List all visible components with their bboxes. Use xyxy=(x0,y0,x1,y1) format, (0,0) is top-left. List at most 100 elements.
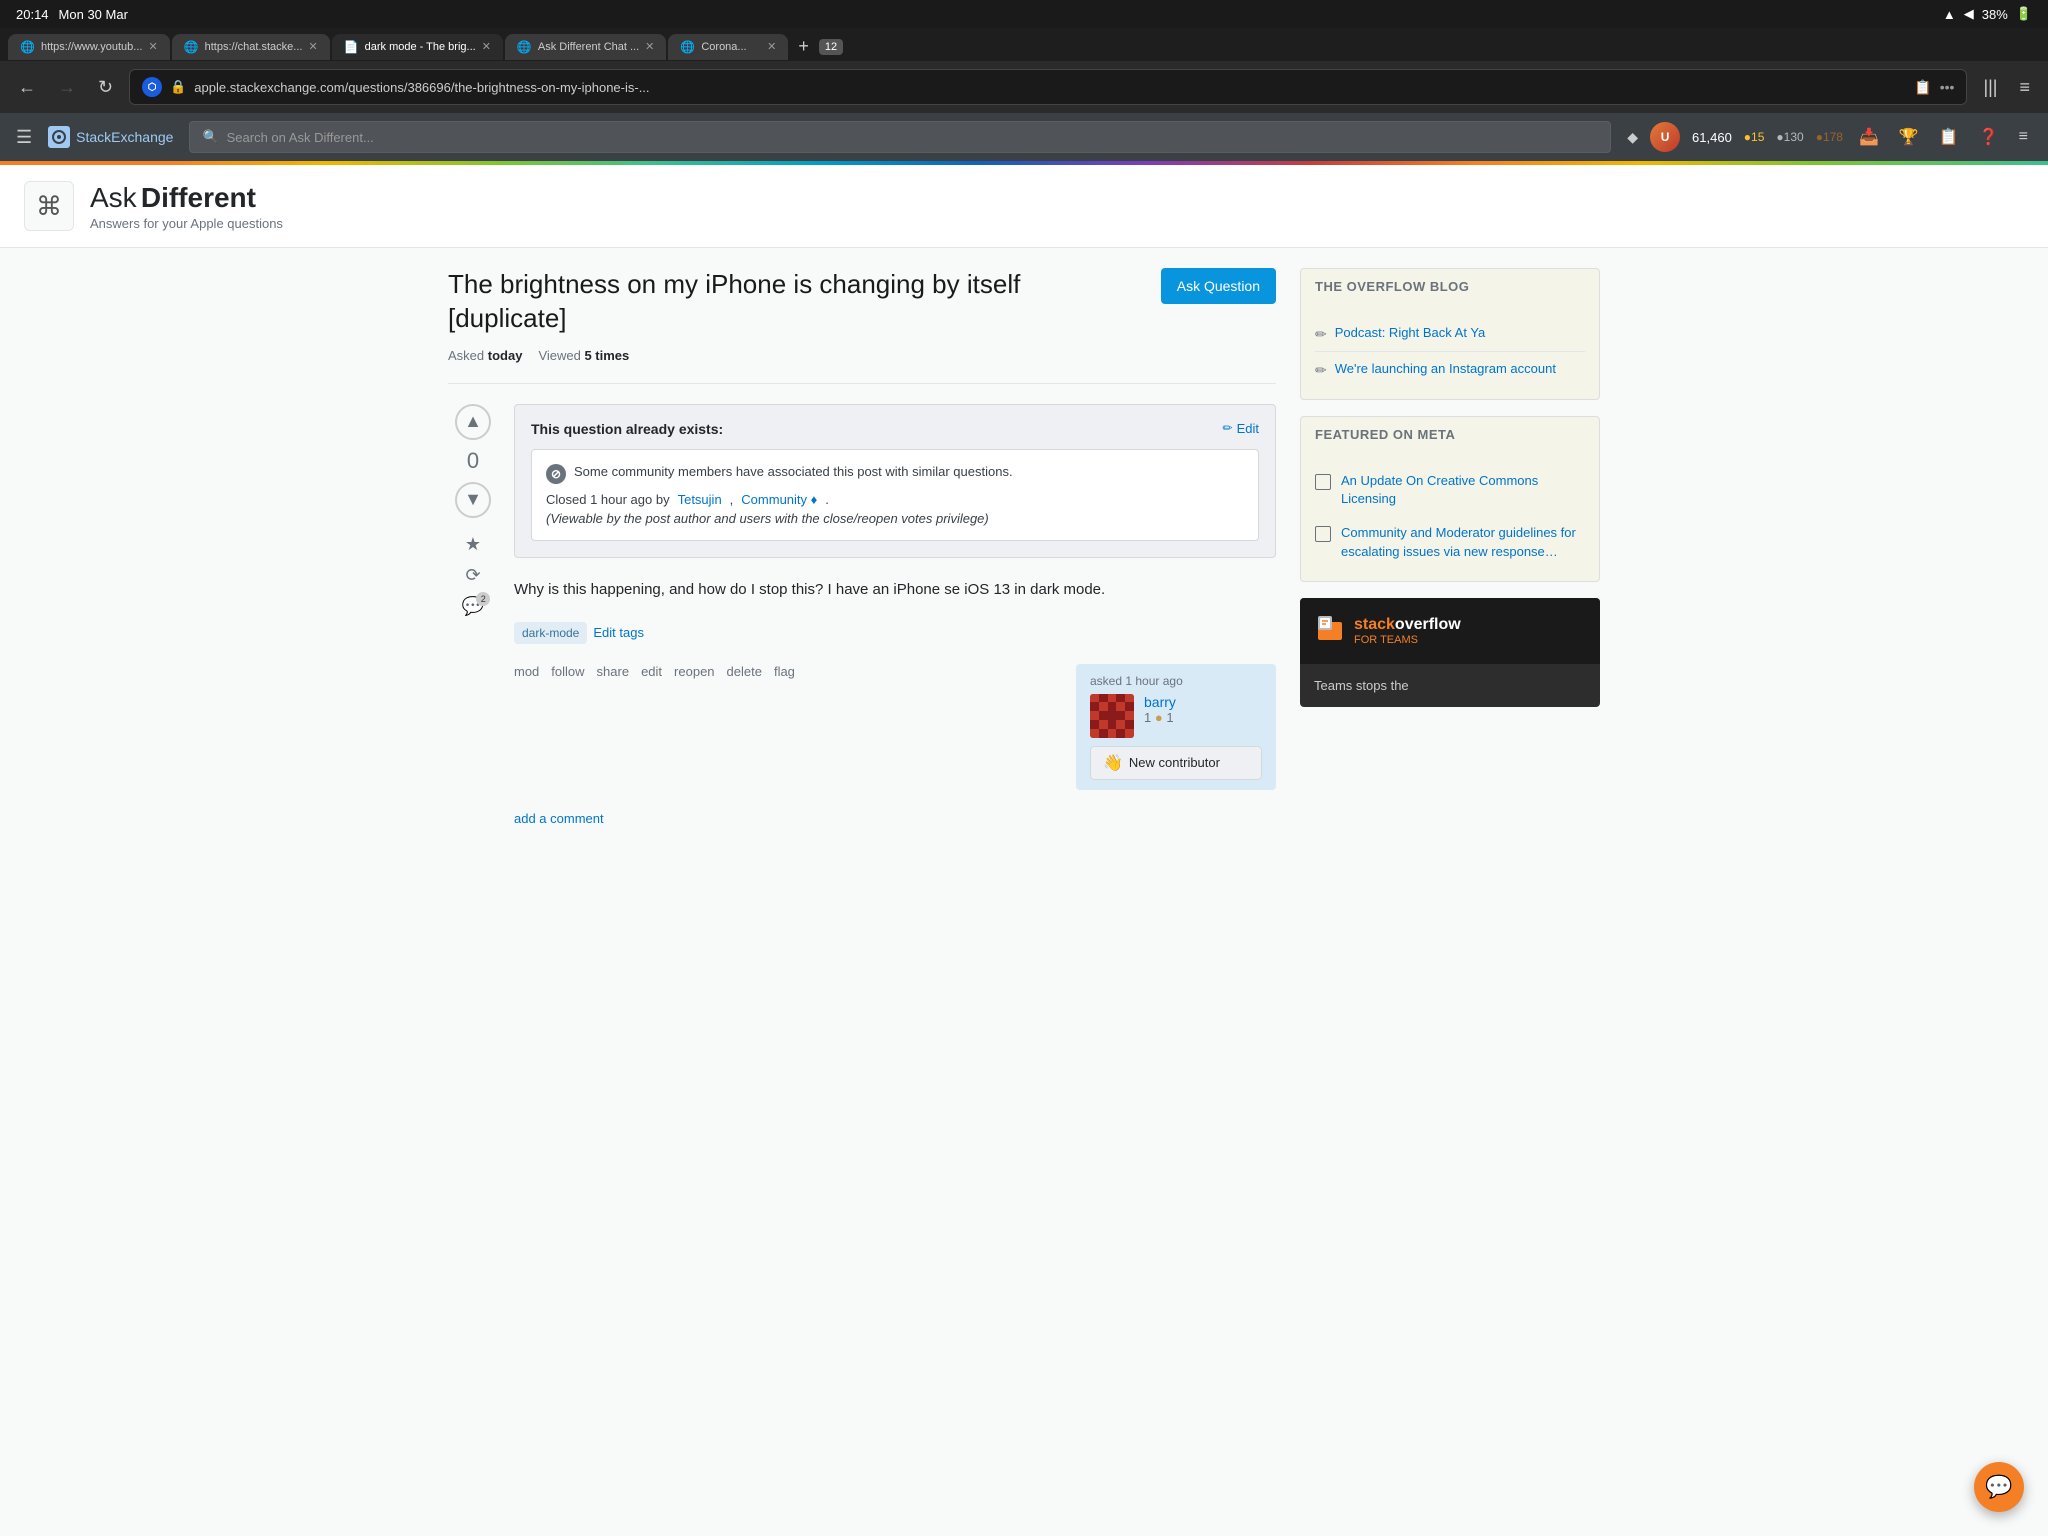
so-teams-body: Teams stops the xyxy=(1300,664,1600,707)
tab-ask-different[interactable]: 🌐 Ask Different Chat ... ✕ xyxy=(505,34,666,60)
meta-community-guidelines-text: Community and Moderator guidelines for e… xyxy=(1341,524,1585,560)
edit-post-link[interactable]: edit xyxy=(641,664,662,679)
pencil-icon: ✏ xyxy=(1223,421,1233,435)
closed-by-tetsujin[interactable]: Tetsujin xyxy=(678,492,722,507)
closed-by-community[interactable]: Community ♦ xyxy=(741,492,817,507)
flag-link[interactable]: flag xyxy=(774,664,795,679)
mod-link[interactable]: mod xyxy=(514,664,539,679)
featured-meta-body: An Update On Creative Commons Licensing … xyxy=(1301,452,1599,581)
menu-icon[interactable]: ≡ xyxy=(2013,73,2036,102)
follow-link[interactable]: follow xyxy=(551,664,584,679)
extra-tab-count[interactable]: 12 xyxy=(819,39,843,55)
se-logo-text: StackExchange xyxy=(76,129,173,145)
status-left: 20:14 Mon 30 Mar xyxy=(16,7,128,22)
so-teams-widget: stackoverflow FOR TEAMS Teams stops the xyxy=(1300,598,1600,707)
duplicate-notice: This question already exists: ✏ Edit ⊘ S… xyxy=(514,404,1276,558)
bookmarks-icon[interactable]: ||| xyxy=(1977,73,2003,102)
tab-dark-mode-close[interactable]: ✕ xyxy=(482,40,491,53)
tab-youtube[interactable]: 🌐 https://www.youtub... ✕ xyxy=(8,34,170,60)
wifi-icon: ▲ xyxy=(1943,7,1956,22)
tag-dark-mode[interactable]: dark-mode xyxy=(514,622,587,644)
duplicate-notice-header: This question already exists: ✏ Edit xyxy=(531,421,1259,437)
featured-meta-header: Featured on Meta xyxy=(1301,417,1599,452)
lock-icon: 🔒 xyxy=(170,79,186,95)
search-box[interactable]: 🔍 Search on Ask Different... xyxy=(189,121,1611,153)
battery: 38% xyxy=(1982,7,2008,22)
inbox-button[interactable]: 📥 xyxy=(1855,123,1883,151)
user-avatar[interactable]: U xyxy=(1650,122,1680,152)
username[interactable]: barry xyxy=(1144,694,1262,710)
user-info: barry 1 ● 1 xyxy=(1144,694,1262,725)
tab-ask-diff-icon: 🌐 xyxy=(517,40,532,54)
question-column: The brightness on my iPhone is changing … xyxy=(448,268,1276,827)
meta-item-community-guidelines[interactable]: Community and Moderator guidelines for e… xyxy=(1315,516,1585,568)
date: Mon 30 Mar xyxy=(59,7,128,22)
duplicate-notice-title: This question already exists: xyxy=(531,421,723,437)
tab-corona-close[interactable]: ✕ xyxy=(767,40,776,53)
new-tab-button[interactable]: + xyxy=(790,32,817,61)
so-teams-title: stackoverflow xyxy=(1354,616,1461,634)
blog-podcast-text: Podcast: Right Back At Ya xyxy=(1335,324,1486,342)
edit-tags-link[interactable]: Edit tags xyxy=(593,625,644,640)
reload-button[interactable]: ↻ xyxy=(92,73,119,102)
back-button[interactable]: ← xyxy=(12,73,42,102)
delete-link[interactable]: delete xyxy=(727,664,762,679)
header-right: ◆ U 61,460 ●15 ●130 ●178 📥 🏆 📋 ❓ ≡ xyxy=(1627,122,2032,152)
reputation: 61,460 xyxy=(1692,130,1732,145)
chat-bubble-widget[interactable]: 💬 xyxy=(1974,1462,2024,1512)
diamond-icon: ◆ xyxy=(1627,129,1638,146)
user-card: asked 1 hour ago barry xyxy=(1076,664,1276,790)
ask-question-button[interactable]: Ask Question xyxy=(1161,268,1276,304)
more-button[interactable]: ≡ xyxy=(2015,124,2032,150)
rep-bullet: ● xyxy=(1155,710,1163,725)
comment-count: 2 xyxy=(476,592,490,606)
hamburger-button[interactable]: ☰ xyxy=(16,127,32,148)
reader-icon[interactable]: 📋 xyxy=(1914,79,1931,96)
status-bar: 20:14 Mon 30 Mar ▲ ◀ 38% 🔋 xyxy=(0,0,2048,28)
se-logo[interactable]: StackExchange xyxy=(48,126,173,148)
tab-ask-diff-close[interactable]: ✕ xyxy=(645,40,654,53)
meta-item-creative-commons[interactable]: An Update On Creative Commons Licensing xyxy=(1315,464,1585,516)
tab-youtube-label: https://www.youtub... xyxy=(41,41,143,53)
review-button[interactable]: 📋 xyxy=(1935,123,1963,151)
tab-chat-close[interactable]: ✕ xyxy=(308,40,317,53)
forward-button[interactable]: → xyxy=(52,73,82,102)
duplicate-inner-text: ⊘ Some community members have associated… xyxy=(546,464,1244,484)
comment-bubble[interactable]: 💬 2 xyxy=(462,596,484,617)
edit-link[interactable]: ✏ Edit xyxy=(1223,421,1259,436)
tab-dark-mode[interactable]: 📄 dark mode - The brig... ✕ xyxy=(332,34,503,60)
achievements-button[interactable]: 🏆 xyxy=(1895,123,1923,151)
post-actions: mod follow share edit reopen delete flag… xyxy=(514,664,1276,790)
question-body-row: ▲ 0 ▼ ★ ⟳ 💬 2 This question already xyxy=(448,404,1276,827)
so-teams-body-text: Teams stops the xyxy=(1314,678,1409,693)
address-icons: 📋 ••• xyxy=(1914,79,1954,96)
history-button[interactable]: ⟳ xyxy=(465,565,480,586)
reopen-link[interactable]: reopen xyxy=(674,664,714,679)
bookmark-button[interactable]: ★ xyxy=(465,534,481,555)
so-teams-header: stackoverflow FOR TEAMS xyxy=(1300,598,1600,664)
blog-item-instagram[interactable]: ✏ We're launching an Instagram account xyxy=(1315,351,1585,387)
blog-item-podcast[interactable]: ✏ Podcast: Right Back At Ya xyxy=(1315,316,1585,351)
question-title: The brightness on my iPhone is changing … xyxy=(448,268,1141,336)
help-button[interactable]: ❓ xyxy=(1975,123,2003,151)
tab-ask-diff-label: Ask Different Chat ... xyxy=(538,41,639,53)
meta-checkbox-1 xyxy=(1315,474,1331,490)
tab-corona-icon: 🌐 xyxy=(680,40,695,54)
site-logo-icon[interactable]: ⌘ xyxy=(24,181,74,231)
tab-corona[interactable]: 🌐 Corona... ✕ xyxy=(668,34,788,60)
address-field[interactable]: ⬡ 🔒 apple.stackexchange.com/questions/38… xyxy=(129,69,1967,105)
meta-creative-commons-text: An Update On Creative Commons Licensing xyxy=(1341,472,1585,508)
share-link[interactable]: share xyxy=(597,664,630,679)
tab-youtube-close[interactable]: ✕ xyxy=(148,40,157,53)
tab-chat-stack[interactable]: 🌐 https://chat.stacke... ✕ xyxy=(172,34,330,60)
search-icon: 🔍 xyxy=(202,129,218,145)
no-entry-icon: ⊘ xyxy=(546,464,566,484)
user-card-inner: barry 1 ● 1 xyxy=(1090,694,1262,738)
add-comment-link[interactable]: add a comment xyxy=(514,811,604,826)
upvote-button[interactable]: ▲ xyxy=(455,404,491,440)
overflow-blog-widget: The Overflow Blog ✏ Podcast: Right Back … xyxy=(1300,268,1600,400)
more-icon[interactable]: ••• xyxy=(1940,79,1955,96)
se-logo-icon xyxy=(48,126,70,148)
tab-dark-mode-icon: 📄 xyxy=(344,40,359,54)
downvote-button[interactable]: ▼ xyxy=(455,482,491,518)
